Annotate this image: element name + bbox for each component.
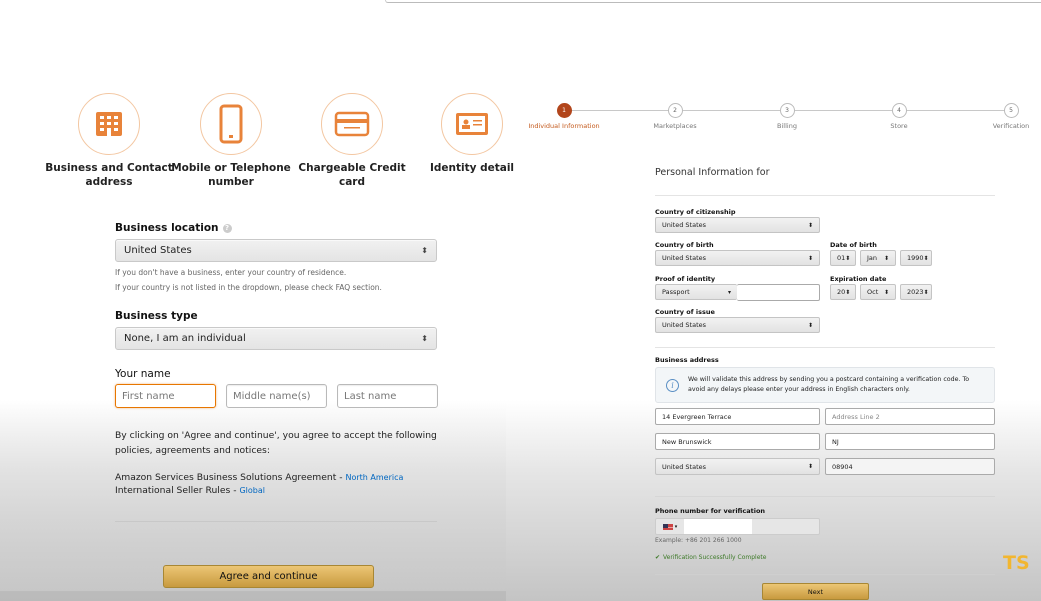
watermark-logo: TS xyxy=(1003,552,1030,574)
step-verification[interactable]: 5 Verification xyxy=(961,103,1041,130)
your-name-label: Your name xyxy=(115,368,171,380)
id-card-icon xyxy=(456,113,488,135)
section-title: Personal Information for xyxy=(655,167,770,178)
dob-month-select[interactable]: Jan ⬍ xyxy=(860,250,896,266)
registration-requirements-panel: Business and Contact address Mobile or Te… xyxy=(0,0,514,601)
divider xyxy=(655,574,995,575)
step-store[interactable]: 4 Store xyxy=(849,103,949,130)
select-arrows-icon: ⬍ xyxy=(807,221,813,229)
checkmark-icon: ✔ xyxy=(655,554,661,561)
requirement-business-address: Business and Contact address xyxy=(44,93,174,189)
name-fields xyxy=(115,384,438,408)
dob-label: Date of birth xyxy=(830,241,877,249)
phone-label: Phone number for verification xyxy=(655,507,766,515)
citizenship-label: Country of citizenship xyxy=(655,208,736,216)
requirement-label: Business and Contact xyxy=(45,162,173,174)
address-info-box: i We will validate this address by sendi… xyxy=(655,367,995,403)
proof-of-identity-select[interactable]: Passport ▾ xyxy=(655,284,737,300)
exp-year-select[interactable]: 2023 ⬍ xyxy=(900,284,932,300)
divider xyxy=(655,195,995,196)
zip-input[interactable]: 08904 xyxy=(825,458,995,475)
select-arrows-icon: ⬍ xyxy=(807,254,813,262)
personal-information-panel: 1 Individual Information 2 Marketplaces … xyxy=(506,0,1041,601)
business-type-select[interactable]: None, I am an individual ⬍ xyxy=(115,327,437,350)
dob-year-select[interactable]: 1990 ⬍ xyxy=(900,250,932,266)
business-address-label: Business address xyxy=(655,356,719,364)
last-name-input[interactable] xyxy=(337,384,438,408)
passport-number-input[interactable] xyxy=(737,284,820,301)
select-arrows-icon: ⬍ xyxy=(421,246,428,255)
business-location-label: Business location xyxy=(115,222,219,234)
state-input[interactable]: NJ xyxy=(825,433,995,450)
expiration-label: Expiration date xyxy=(830,275,887,283)
first-name-input[interactable] xyxy=(115,384,216,408)
agreement-item: International Seller Rules - Global xyxy=(115,485,265,496)
global-link[interactable]: Global xyxy=(239,486,265,495)
divider xyxy=(115,521,437,522)
citizenship-select[interactable]: United States ⬍ xyxy=(655,217,820,233)
mobile-phone-icon xyxy=(219,104,243,144)
divider xyxy=(655,347,995,348)
requirement-label: Identity detail xyxy=(429,162,515,174)
requirement-label: Chargeable Credit card xyxy=(298,162,406,188)
help-icon[interactable]: ? xyxy=(222,223,232,233)
next-button[interactable]: Next xyxy=(762,583,869,600)
address-line2-input[interactable]: Address Line 2 xyxy=(825,408,995,425)
business-type-label: Business type xyxy=(115,310,198,322)
proof-of-identity-label: Proof of identity xyxy=(655,275,716,283)
exp-month-select[interactable]: Oct ⬍ xyxy=(860,284,896,300)
agreements-list: Amazon Services Business Solutions Agree… xyxy=(115,471,437,497)
requirement-credit-card: Chargeable Credit card xyxy=(287,93,417,189)
credit-card-icon xyxy=(334,111,370,137)
us-flag-icon xyxy=(662,523,673,530)
birth-country-select[interactable]: United States ⬍ xyxy=(655,250,820,266)
address-country-select[interactable]: United States ⬍ xyxy=(655,458,820,475)
agree-and-continue-button[interactable]: Agree and continue xyxy=(163,565,374,588)
policy-notice: By clicking on 'Agree and continue', you… xyxy=(115,430,437,456)
progress-stepper: 1 Individual Information 2 Marketplaces … xyxy=(506,103,1041,143)
phone-number-input[interactable] xyxy=(684,519,752,534)
chevron-down-icon: ▾ xyxy=(674,523,678,530)
issue-country-select[interactable]: United States ⬍ xyxy=(655,317,820,333)
phone-field: ▾ xyxy=(655,518,820,535)
divider xyxy=(655,496,995,497)
business-location-select[interactable]: United States ⬍ xyxy=(115,239,437,262)
building-icon xyxy=(96,112,122,136)
info-icon: i xyxy=(666,378,679,392)
step-billing[interactable]: 3 Billing xyxy=(737,103,837,130)
step-individual-information[interactable]: 1 Individual Information xyxy=(514,103,614,130)
dob-day-select[interactable]: 01 ⬍ xyxy=(830,250,856,266)
city-input[interactable]: New Brunswick xyxy=(655,433,820,450)
step-marketplaces[interactable]: 2 Marketplaces xyxy=(625,103,725,130)
personal-info-form: Personal Information for xyxy=(655,160,995,196)
agreement-item: Amazon Services Business Solutions Agree… xyxy=(115,472,404,483)
middle-name-input[interactable] xyxy=(226,384,327,408)
country-code-selector[interactable]: ▾ xyxy=(656,519,684,534)
seller-signup-form: Business location ? United States ⬍ If y… xyxy=(115,222,438,497)
north-america-link[interactable]: North America xyxy=(345,473,403,482)
phone-example: Example: +86 201 266 1000 xyxy=(655,537,742,544)
issue-country-label: Country of issue xyxy=(655,308,715,316)
address-line1-input[interactable]: 14 Evergreen Terrace xyxy=(655,408,820,425)
exp-day-select[interactable]: 20 ⬍ xyxy=(830,284,856,300)
requirement-label: Mobile or Telephone xyxy=(171,162,291,174)
birth-country-label: Country of birth xyxy=(655,241,714,249)
select-arrows-icon: ⬍ xyxy=(807,321,813,329)
select-arrows-icon: ⬍ xyxy=(421,334,428,343)
chevron-down-icon: ▾ xyxy=(727,288,731,296)
requirement-phone: Mobile or Telephone number xyxy=(166,93,296,189)
verification-status: ✔ Verification Successfully Complete xyxy=(655,554,767,561)
business-location-hint: If you don't have a business, enter your… xyxy=(115,268,382,292)
select-arrows-icon: ⬍ xyxy=(807,463,813,470)
